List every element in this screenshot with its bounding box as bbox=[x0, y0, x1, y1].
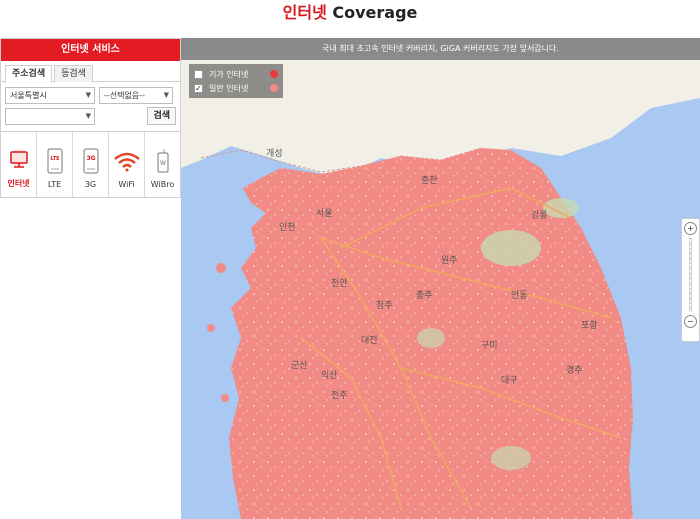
wifi-icon bbox=[113, 146, 141, 176]
island bbox=[221, 394, 229, 402]
zoom-out-button[interactable]: − bbox=[684, 315, 697, 328]
legend-normal-label: 일반 인터넷 bbox=[209, 83, 249, 93]
lte-phone-icon: LTE bbox=[47, 146, 63, 176]
district-select[interactable]: --선택없음-- ▼ bbox=[99, 87, 173, 104]
city-label: 구미 bbox=[481, 340, 498, 351]
city-label: 익산 bbox=[321, 369, 338, 381]
city-label: 천안 bbox=[331, 278, 348, 289]
city-label: 인천 bbox=[279, 222, 296, 233]
tab-address-search[interactable]: 주소검색 bbox=[5, 65, 53, 83]
service-wibro-label: WiBro bbox=[150, 180, 175, 189]
service-3g-label: 3G bbox=[84, 180, 97, 189]
chevron-down-icon: ▼ bbox=[85, 111, 91, 120]
svg-text:LTE: LTE bbox=[50, 156, 60, 162]
city-label: 충주 bbox=[416, 290, 433, 301]
city-label: 대전 bbox=[361, 335, 378, 346]
city-label: 대구 bbox=[501, 375, 518, 386]
city-label: 개성 bbox=[266, 148, 283, 159]
mountain-area bbox=[481, 230, 541, 266]
city-label: 청주 bbox=[376, 300, 393, 311]
district-select-value: --선택없음-- bbox=[104, 91, 145, 100]
search-tabs: 주소검색 등검색 bbox=[1, 61, 180, 83]
page-title: 인터넷 Coverage bbox=[0, 0, 700, 38]
city-label: 안동 bbox=[511, 290, 528, 301]
zoom-in-button[interactable]: + bbox=[684, 222, 697, 235]
neighborhood-select[interactable]: ▼ bbox=[5, 107, 95, 125]
island bbox=[216, 263, 226, 273]
legend-normal-swatch bbox=[270, 84, 278, 92]
search-form: 서울특별시 ▼ --선택없음-- ▼ ▼ 검색 bbox=[1, 82, 180, 133]
service-internet[interactable]: 인터넷 bbox=[1, 132, 37, 197]
island bbox=[207, 324, 215, 332]
mountain-area bbox=[417, 328, 445, 348]
panel-header: 인터넷 서비스 bbox=[1, 39, 180, 61]
service-lte-label: LTE bbox=[47, 180, 62, 189]
title-prefix: 인터넷 bbox=[282, 3, 327, 22]
svg-text:3G: 3G bbox=[86, 155, 95, 162]
city-label: 원주 bbox=[441, 255, 458, 266]
city-label: 서울 bbox=[316, 208, 333, 219]
service-wifi[interactable]: WiFi bbox=[109, 132, 145, 197]
service-wibro[interactable]: W WiBro bbox=[145, 132, 180, 197]
legend-normal[interactable]: ✓ 일반 인터넷 bbox=[194, 81, 278, 95]
service-wifi-label: WiFi bbox=[118, 180, 135, 189]
wibro-device-icon: W bbox=[156, 146, 170, 176]
legend-giga[interactable]: 기가 인터넷 bbox=[194, 67, 278, 81]
service-internet-label: 인터넷 bbox=[7, 179, 30, 188]
zoom-slider[interactable] bbox=[689, 238, 692, 312]
service-panel: 인터넷 서비스 주소검색 등검색 서울특별시 ▼ --선택없음-- ▼ ▼ 검색… bbox=[0, 38, 181, 198]
svg-text:W: W bbox=[160, 160, 166, 167]
chevron-down-icon: ▼ bbox=[163, 91, 169, 99]
service-lte[interactable]: LTE LTE bbox=[37, 132, 73, 197]
city-label: 춘천 bbox=[421, 175, 438, 186]
city-label: 강릉 bbox=[531, 210, 548, 221]
3g-phone-icon: 3G bbox=[83, 146, 99, 176]
legend-giga-label: 기가 인터넷 bbox=[209, 69, 249, 79]
city-select-value: 서울특별시 bbox=[10, 91, 47, 100]
map-canvas: 개성 서울 인천 춘천 강릉 원주 충주 천안 청주 대전 전주 안동 구미 대… bbox=[181, 60, 700, 519]
monitor-icon bbox=[7, 144, 31, 174]
coverage-page: 인터넷 Coverage 인터넷 서비스 주소검색 등검색 서울특별시 ▼ --… bbox=[0, 0, 700, 519]
legend-giga-swatch bbox=[270, 70, 278, 78]
city-select[interactable]: 서울특별시 ▼ bbox=[5, 87, 95, 104]
mountain-area bbox=[543, 198, 579, 218]
chevron-down-icon: ▼ bbox=[85, 91, 91, 99]
city-label: 포항 bbox=[581, 320, 598, 331]
normal-checkbox[interactable]: ✓ bbox=[194, 83, 203, 93]
map-legend: 기가 인터넷 ✓ 일반 인터넷 bbox=[189, 64, 283, 98]
city-label: 경주 bbox=[566, 364, 583, 376]
tab-dong-search[interactable]: 등검색 bbox=[54, 65, 93, 82]
service-selector: 인터넷 LTE LTE 3G 3G WiFi W WiBro bbox=[1, 131, 180, 197]
title-suffix: Coverage bbox=[326, 3, 418, 22]
zoom-control: + − bbox=[681, 218, 700, 342]
map-banner: 국내 최대 초고속 인터넷 커버리지, GiGA 커버리지도 가장 앞서갑니다. bbox=[181, 38, 700, 60]
search-button[interactable]: 검색 bbox=[147, 107, 176, 125]
city-label: 전주 bbox=[331, 390, 348, 401]
service-3g[interactable]: 3G 3G bbox=[73, 132, 109, 197]
coverage-map[interactable]: 국내 최대 초고속 인터넷 커버리지, GiGA 커버리지도 가장 앞서갑니다. bbox=[181, 38, 700, 519]
giga-checkbox[interactable] bbox=[194, 69, 203, 79]
mountain-area bbox=[491, 446, 531, 470]
city-label: 군산 bbox=[291, 360, 308, 371]
